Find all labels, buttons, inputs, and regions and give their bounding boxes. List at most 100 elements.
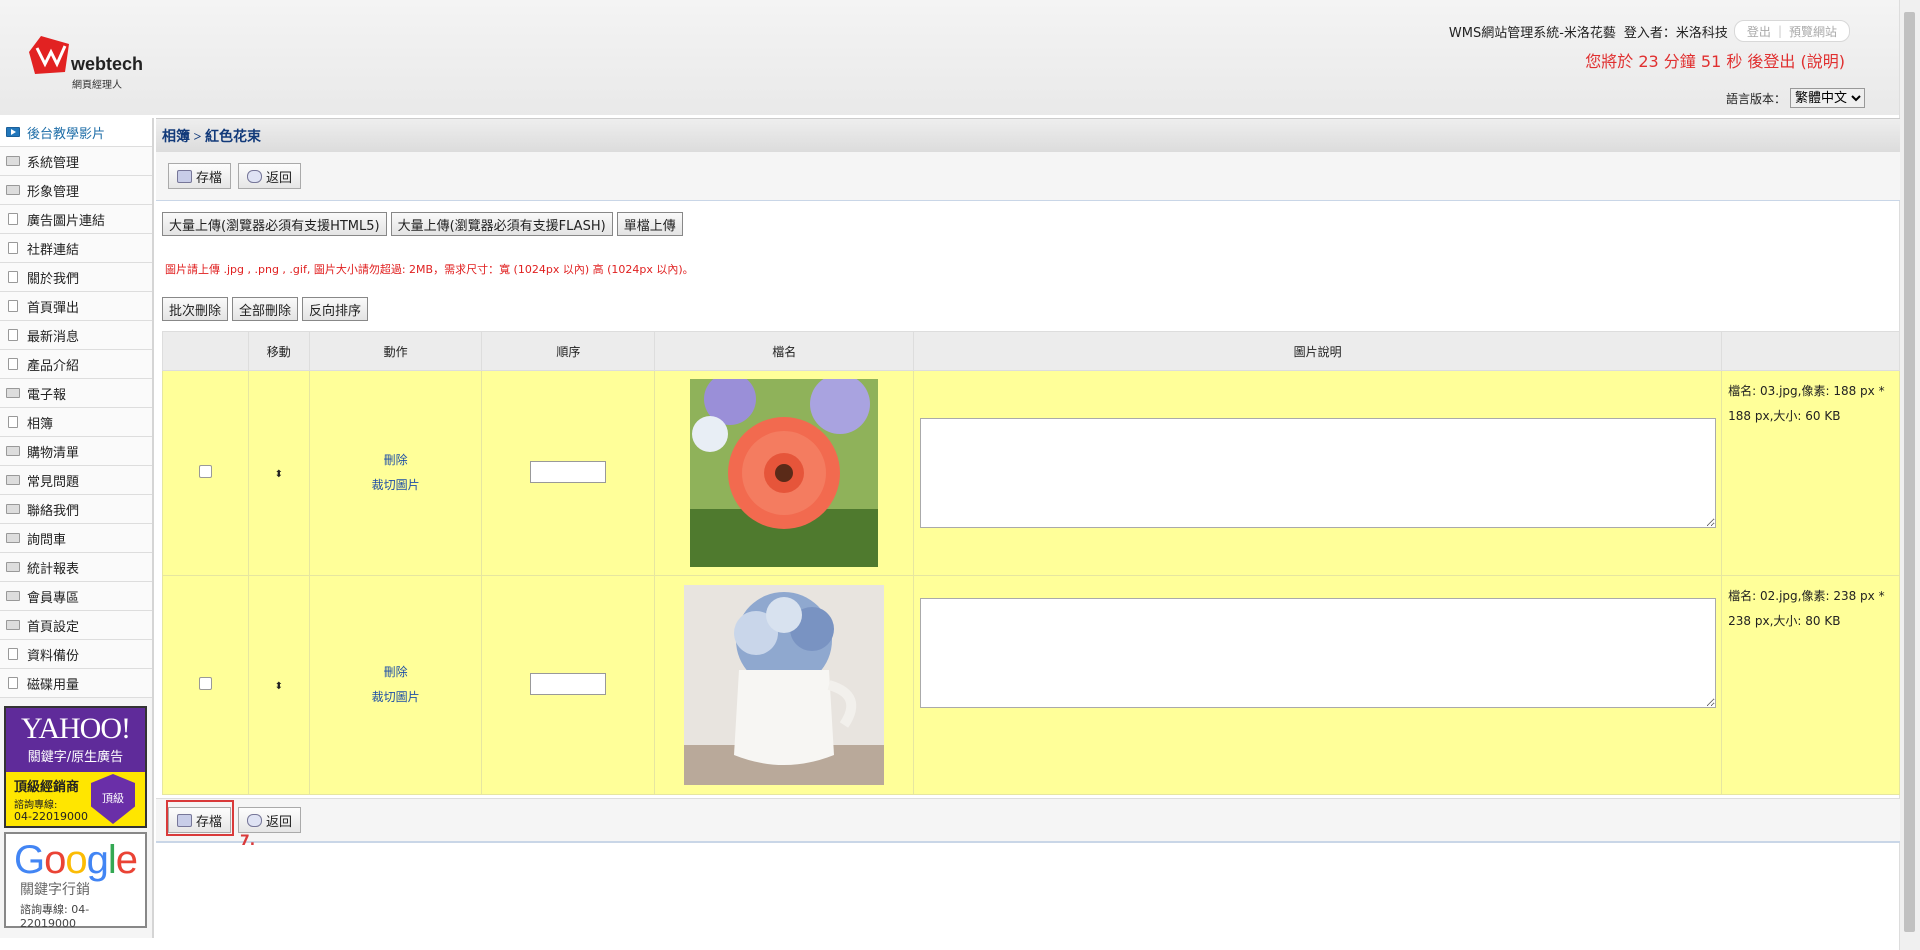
step-number: 7. [240,833,256,849]
action-cell: 刪除 裁切圖片 [308,370,483,576]
sidebar-item-label: 形象管理 [27,184,80,200]
sidebar-item-album[interactable]: 相簿 [0,408,152,437]
sidebar-item-popup[interactable]: 首頁彈出 [0,292,152,321]
upload-buttons: 大量上傳(瀏覽器必須有支援HTML5) 大量上傳(瀏覽器必須有支援FLASH) … [162,212,687,236]
drag-handle-icon[interactable]: ⬍ [275,681,283,692]
table-row: ⬍ 刪除 裁切圖片 [162,575,1900,795]
sidebar-item-shopping[interactable]: 購物清單 [0,437,152,466]
sidebar-item-label: 首頁設定 [27,619,80,635]
sidebar-item-label: 會員專區 [27,590,80,606]
bottom-toolbar: 存檔 返回 [156,798,1900,843]
sidebar-item-system[interactable]: 系統管理 [0,147,152,176]
language-select[interactable]: 繁體中文 [1790,88,1865,108]
sidebar-item-label: 系統管理 [27,155,80,171]
photo-table: 移動 動作 順序 檔名 圖片說明 ⬍ 刪除 裁切圖片 檔名: 03.jpg,像素… [162,331,1900,795]
sidebar-item-label: 首頁彈出 [27,300,80,316]
batch-delete-button[interactable]: 批次刪除 [162,297,229,321]
sidebar-item-faq[interactable]: 常見問題 [0,466,152,495]
order-input[interactable] [530,672,607,695]
column-header-info [1721,331,1900,371]
scrollbar-thumb[interactable] [1904,12,1915,932]
header-info: WMS網站管理系統-米洛花藝 登入者：米洛科技 登出 | 預覽網站 [1449,20,1850,42]
sidebar-item-inquiry[interactable]: 詢問車 [0,524,152,553]
folder-icon [6,591,20,601]
sidebar-item-image[interactable]: 形象管理 [0,176,152,205]
description-textarea[interactable] [919,418,1716,528]
drag-handle-icon[interactable]: ⬍ [275,469,283,480]
back-label: 返回 [266,814,293,830]
sidebar-item-products[interactable]: 產品介紹 [0,350,152,379]
sidebar-item-label: 常見問題 [27,474,80,490]
google-logo: Google [13,838,138,882]
move-cell: ⬍ [247,575,310,795]
reverse-order-button[interactable]: 反向排序 [302,297,369,321]
back-button-bottom[interactable]: 返回 [238,807,302,833]
file-info: 檔名: 03.jpg,像素: 188 px * 188 px,大小: 60 KB [1721,370,1900,576]
document-icon [8,648,18,660]
column-header-filename: 檔名 [654,331,915,371]
upload-requirements-note: 圖片請上傳 .jpg , .png , .gif, 圖片大小請勿超過: 2MB，… [165,263,694,276]
column-header-order: 順序 [481,331,656,371]
delete-all-button[interactable]: 全部刪除 [232,297,299,321]
crop-image-link[interactable]: 裁切圖片 [311,685,481,710]
document-icon [8,677,18,689]
google-ad-banner[interactable]: Google 關鍵字行銷 諮詢專線: 04-22019000 [4,832,147,930]
sidebar-item-members[interactable]: 會員專區 [0,582,152,611]
thumbnail-cell [654,575,915,795]
sidebar-item-ad-links[interactable]: 廣告圖片連結 [0,205,152,234]
table-row: ⬍ 刪除 裁切圖片 [162,370,1900,576]
column-header-move: 移動 [247,331,310,371]
sidebar-item-contact[interactable]: 聯絡我們 [0,495,152,524]
crop-image-link[interactable]: 裁切圖片 [311,473,481,498]
sidebar-item-backup[interactable]: 資料備份 [0,640,152,669]
action-cell: 刪除 裁切圖片 [308,575,483,795]
delete-link[interactable]: 刪除 [311,660,481,685]
logout-button[interactable]: 登出 [1747,23,1771,40]
folder-icon [6,620,20,630]
folder-icon [6,388,20,398]
document-icon [8,213,18,225]
sidebar-item-disk-usage[interactable]: 磁碟用量 [0,669,152,698]
row-checkbox[interactable] [198,677,212,690]
sidebar-item-newsletter[interactable]: 電子報 [0,379,152,408]
bulk-upload-flash-button[interactable]: 大量上傳(瀏覽器必須有支援FLASH) [390,212,613,236]
delete-link[interactable]: 刪除 [311,448,481,473]
save-label: 存檔 [196,170,223,186]
vertical-scrollbar[interactable] [1899,0,1920,950]
preview-site-button[interactable]: 預覽網站 [1789,23,1837,40]
logout-countdown[interactable]: 您將於 23 分鐘 51 秒 後登出 (說明) [1585,48,1845,72]
save-button[interactable]: 存檔 [168,163,232,189]
row-checkbox[interactable] [198,465,212,478]
yahoo-ad-phone: 04-22019000 [14,810,88,823]
sidebar-item-social[interactable]: 社群連結 [0,234,152,263]
folder-icon [6,446,20,456]
logo-text: webtech [70,54,142,74]
hydrangea-vase-image[interactable] [684,585,885,785]
document-icon [8,416,18,428]
sidebar-item-reports[interactable]: 統計報表 [0,553,152,582]
sidebar-item-news[interactable]: 最新消息 [0,321,152,350]
description-cell [913,370,1723,576]
sidebar-item-label: 磁碟用量 [27,677,80,693]
sidebar-item-home-settings[interactable]: 首頁設定 [0,611,152,640]
back-button[interactable]: 返回 [238,163,302,189]
bulk-upload-html5-button[interactable]: 大量上傳(瀏覽器必須有支援HTML5) [162,212,387,236]
file-info: 檔名: 02.jpg,像素: 238 px * 238 px,大小: 80 KB [1721,575,1900,795]
sidebar-item-about[interactable]: 關於我們 [0,263,152,292]
column-header-action: 動作 [308,331,483,371]
sidebar-item-label: 統計報表 [27,561,80,577]
main-content: 相簿 > 紅色花束 存檔 返回 大量上傳(瀏覽器必須有支援HTML5) 大量上傳… [156,118,1900,849]
sidebar-item-tutorial-video[interactable]: 後台教學影片 [0,118,152,147]
single-upload-button[interactable]: 單檔上傳 [616,212,683,236]
order-input[interactable] [530,460,607,483]
save-icon [177,169,192,183]
webtech-logo[interactable]: webtech [27,34,142,114]
gerbera-flower-image[interactable] [690,379,879,567]
move-cell: ⬍ [247,370,310,576]
description-textarea[interactable] [919,598,1716,708]
sidebar-item-label: 社群連結 [27,242,80,258]
sidebar-item-label: 聯絡我們 [27,503,80,519]
sidebar-item-label: 詢問車 [27,532,67,548]
folder-icon [6,533,20,543]
yahoo-ad-banner[interactable]: YAHOO! 關鍵字/原生廣告 頂級經銷商 諮詢專線: 04-22019000 … [4,706,147,828]
